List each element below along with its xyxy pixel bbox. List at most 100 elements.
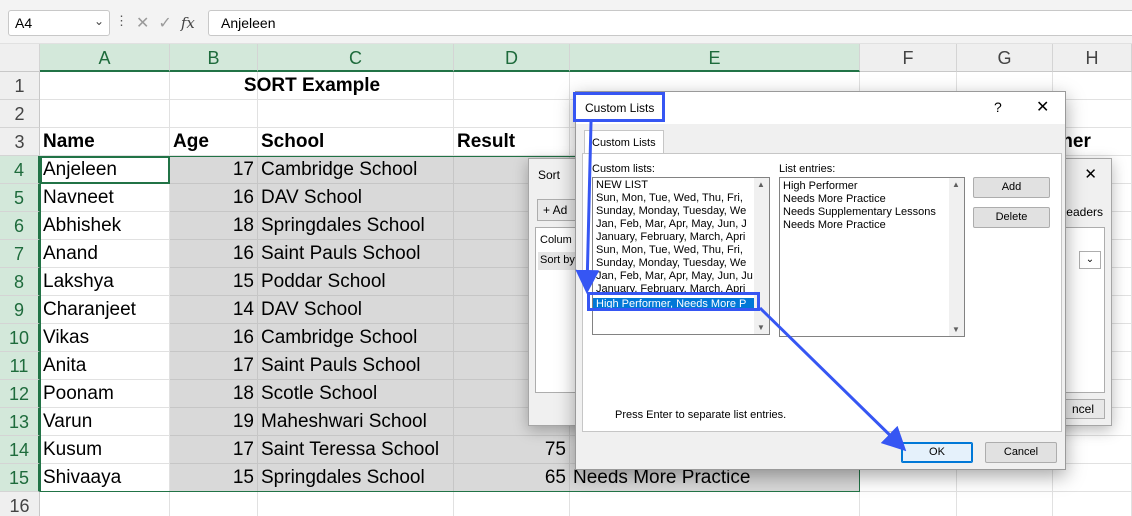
school-cell[interactable]: DAV School bbox=[258, 296, 454, 324]
column-header[interactable]: C bbox=[258, 44, 454, 72]
result-cell[interactable]: 75 bbox=[454, 436, 570, 464]
cancel-button[interactable]: Cancel bbox=[985, 442, 1057, 463]
insert-function-icon[interactable]: fx bbox=[181, 14, 195, 32]
custom-list-item[interactable]: Jan, Feb, Mar, Apr, May, Jun, J bbox=[593, 218, 754, 231]
close-icon[interactable]: ✕ bbox=[1036, 97, 1049, 117]
sort-cancel-button[interactable]: ncel bbox=[1065, 399, 1105, 419]
column-header[interactable]: B bbox=[170, 44, 258, 72]
column-header[interactable]: H bbox=[1053, 44, 1132, 72]
age-cell[interactable]: 16 bbox=[170, 324, 258, 352]
row-header[interactable]: 12 bbox=[0, 380, 40, 408]
listbox-scrollbar[interactable]: ▲ ▼ bbox=[754, 178, 769, 334]
row-header[interactable]: 5 bbox=[0, 184, 40, 212]
cell[interactable] bbox=[570, 492, 860, 516]
name-cell[interactable]: Lakshya bbox=[40, 268, 170, 296]
age-cell[interactable]: 17 bbox=[170, 156, 258, 184]
delete-button[interactable]: Delete bbox=[973, 207, 1050, 228]
row-header[interactable]: 15 bbox=[0, 464, 40, 492]
school-cell[interactable]: Saint Teressa School bbox=[258, 436, 454, 464]
cell[interactable] bbox=[170, 492, 258, 516]
name-cell[interactable]: Shivaaya bbox=[40, 464, 170, 492]
title-cell[interactable]: SORT Example bbox=[170, 72, 454, 100]
row-header[interactable]: 6 bbox=[0, 212, 40, 240]
name-cell[interactable]: Charanjeet bbox=[40, 296, 170, 324]
row-header[interactable]: 9 bbox=[0, 296, 40, 324]
cell[interactable] bbox=[454, 72, 570, 100]
name-cell[interactable]: Anita bbox=[40, 352, 170, 380]
more-options-icon[interactable]: ⋮ bbox=[115, 13, 128, 29]
cell[interactable] bbox=[258, 100, 454, 128]
cell[interactable] bbox=[170, 100, 258, 128]
age-cell[interactable]: 15 bbox=[170, 268, 258, 296]
custom-list-item[interactable]: NEW LIST bbox=[593, 179, 754, 192]
cell[interactable] bbox=[957, 492, 1053, 516]
row-header[interactable]: 3 bbox=[0, 128, 40, 156]
formula-input[interactable]: Anjeleen bbox=[208, 10, 1132, 36]
custom-list-item[interactable]: Jan, Feb, Mar, Apr, May, Jun, Ju bbox=[593, 270, 754, 283]
scroll-up-icon[interactable]: ▲ bbox=[757, 180, 765, 189]
school-cell[interactable]: Springdales School bbox=[258, 464, 454, 492]
header-name[interactable]: Name bbox=[40, 128, 170, 156]
custom-lists-listbox[interactable]: NEW LIST Sun, Mon, Tue, Wed, Thu, Fri, Sun… bbox=[592, 177, 770, 335]
column-header[interactable]: D bbox=[454, 44, 570, 72]
scroll-down-icon[interactable]: ▼ bbox=[952, 325, 960, 334]
age-cell[interactable]: 17 bbox=[170, 352, 258, 380]
cell[interactable] bbox=[40, 72, 170, 100]
custom-list-item[interactable]: Sun, Mon, Tue, Wed, Thu, Fri, bbox=[593, 192, 754, 205]
cell[interactable] bbox=[1053, 492, 1132, 516]
age-cell[interactable]: 18 bbox=[170, 380, 258, 408]
custom-list-item[interactable]: Sunday, Monday, Tuesday, We bbox=[593, 205, 754, 218]
name-cell[interactable]: Navneet bbox=[40, 184, 170, 212]
name-cell[interactable]: Kusum bbox=[40, 436, 170, 464]
my-data-has-headers-label[interactable]: headers bbox=[1060, 205, 1103, 219]
age-cell[interactable]: 16 bbox=[170, 184, 258, 212]
custom-list-item[interactable]: High Performer, Needs More P bbox=[593, 298, 754, 311]
school-cell[interactable]: Saint Pauls School bbox=[258, 240, 454, 268]
school-cell[interactable]: Cambridge School bbox=[258, 156, 454, 184]
row-header[interactable]: 4 bbox=[0, 156, 40, 184]
column-header[interactable]: E bbox=[570, 44, 860, 72]
school-cell[interactable]: Springdales School bbox=[258, 212, 454, 240]
name-cell[interactable]: Varun bbox=[40, 408, 170, 436]
custom-list-item[interactable]: January, February, March, Apri bbox=[593, 283, 754, 296]
ok-button[interactable]: OK bbox=[901, 442, 973, 463]
row-header[interactable]: 13 bbox=[0, 408, 40, 436]
school-cell[interactable]: Saint Pauls School bbox=[258, 352, 454, 380]
row-header[interactable]: 8 bbox=[0, 268, 40, 296]
enter-icon[interactable]: ✓ bbox=[158, 13, 171, 33]
column-header[interactable]: F bbox=[860, 44, 957, 72]
school-cell[interactable]: Poddar School bbox=[258, 268, 454, 296]
age-cell[interactable]: 19 bbox=[170, 408, 258, 436]
row-header[interactable]: 16 bbox=[0, 492, 40, 516]
chevron-down-icon[interactable]: ⌄ bbox=[94, 14, 104, 28]
age-cell[interactable]: 15 bbox=[170, 464, 258, 492]
age-cell[interactable]: 16 bbox=[170, 240, 258, 268]
age-cell[interactable]: 17 bbox=[170, 436, 258, 464]
order-dropdown[interactable]: ⌄ bbox=[1079, 251, 1101, 269]
tab-custom-lists[interactable]: Custom Lists bbox=[584, 130, 664, 154]
row-header[interactable]: 1 bbox=[0, 72, 40, 100]
header-age[interactable]: Age bbox=[170, 128, 258, 156]
entries-scrollbar[interactable]: ▲ ▼ bbox=[949, 178, 964, 336]
name-cell[interactable]: Anjeleen bbox=[40, 156, 170, 184]
name-cell[interactable]: Anand bbox=[40, 240, 170, 268]
name-cell[interactable]: Vikas bbox=[40, 324, 170, 352]
row-header[interactable]: 7 bbox=[0, 240, 40, 268]
school-cell[interactable]: DAV School bbox=[258, 184, 454, 212]
row-header[interactable]: 2 bbox=[0, 100, 40, 128]
cell[interactable] bbox=[454, 492, 570, 516]
custom-list-item[interactable]: January, February, March, Apri bbox=[593, 231, 754, 244]
result-cell[interactable]: 65 bbox=[454, 464, 570, 492]
cell[interactable] bbox=[860, 492, 957, 516]
column-header[interactable]: G bbox=[957, 44, 1053, 72]
custom-list-item[interactable]: Sunday, Monday, Tuesday, We bbox=[593, 257, 754, 270]
list-entries-textarea[interactable]: High Performer Needs More Practice Needs S… bbox=[779, 177, 965, 337]
cell[interactable] bbox=[258, 492, 454, 516]
close-icon[interactable]: ✕ bbox=[1084, 165, 1097, 183]
cell[interactable] bbox=[40, 100, 170, 128]
row-header[interactable]: 11 bbox=[0, 352, 40, 380]
name-cell[interactable]: Abhishek bbox=[40, 212, 170, 240]
name-cell[interactable]: Poonam bbox=[40, 380, 170, 408]
scroll-down-icon[interactable]: ▼ bbox=[757, 323, 765, 332]
scroll-up-icon[interactable]: ▲ bbox=[952, 180, 960, 189]
